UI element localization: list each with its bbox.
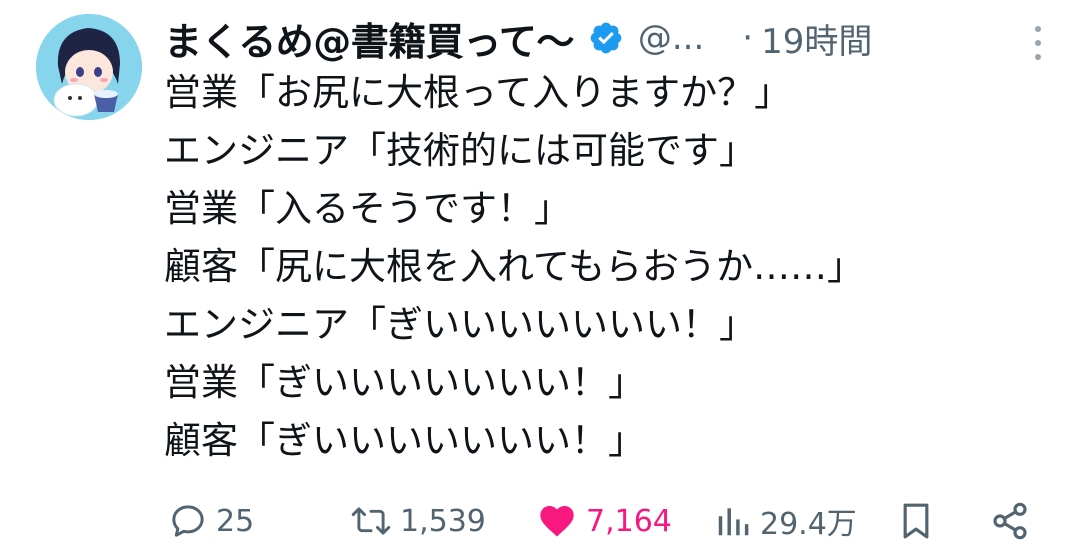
bookmark-icon — [903, 503, 929, 539]
views-count: 29.4万 — [760, 507, 857, 542]
tweet-line: 顧客「ぎいいいいいいい！」 — [164, 419, 645, 462]
share-icon — [993, 502, 1027, 540]
tweet-line: 顧客「尻に大根を入れてもらおうか……」 — [164, 245, 865, 288]
like-count: 7,164 — [586, 503, 672, 539]
views-button[interactable]: 29.4万 — [714, 496, 857, 546]
tweet-line: 営業「お尻に大根って入りますか？」 — [164, 71, 792, 114]
reply-icon — [172, 505, 204, 537]
separator-dot: · — [742, 18, 754, 58]
retweet-button[interactable]: 1,539 — [350, 496, 486, 546]
tweet-line: エンジニア「ぎいいいいいいい！」 — [164, 303, 756, 346]
tweet-line: エンジニア「技術的には可能です」 — [164, 129, 756, 172]
timestamp[interactable]: 19時間 — [761, 14, 872, 63]
bookmark-button[interactable] — [896, 496, 936, 546]
tweet-header: まくるめ@書籍買って〜 @... · 19時間 — [164, 12, 1058, 64]
avatar-illustration — [36, 14, 142, 120]
more-vertical-icon[interactable] — [1032, 26, 1044, 60]
more-dot — [1035, 54, 1041, 60]
tweet-line: 営業「入るそうです！」 — [164, 187, 571, 230]
action-bar: 25 1,539 7,164 29.4万 — [168, 496, 1048, 546]
views-bar-icon — [718, 508, 749, 536]
tweet-line: 営業「ぎいいいいいいい！」 — [164, 361, 645, 404]
share-button[interactable] — [990, 496, 1030, 546]
retweet-icon — [351, 507, 391, 535]
display-name[interactable]: まくるめ@書籍買って〜 — [164, 11, 574, 66]
verified-badge-icon — [588, 20, 624, 56]
reply-count: 25 — [216, 503, 255, 539]
tweet-text: 営業「お尻に大根って入りますか？」 エンジニア「技術的には可能です」 営業「入る… — [164, 64, 1044, 470]
like-button[interactable]: 7,164 — [536, 496, 672, 546]
more-dot — [1035, 40, 1041, 46]
tweet[interactable]: まくるめ@書籍買って〜 @... · 19時間 営業「お尻に大根って入りますか？… — [0, 0, 1078, 546]
more-dot — [1035, 26, 1041, 32]
heart-icon — [540, 506, 574, 537]
retweet-count: 1,539 — [400, 503, 486, 539]
avatar[interactable] — [36, 14, 142, 120]
user-handle[interactable]: @... — [638, 18, 704, 58]
reply-button[interactable]: 25 — [168, 496, 254, 546]
